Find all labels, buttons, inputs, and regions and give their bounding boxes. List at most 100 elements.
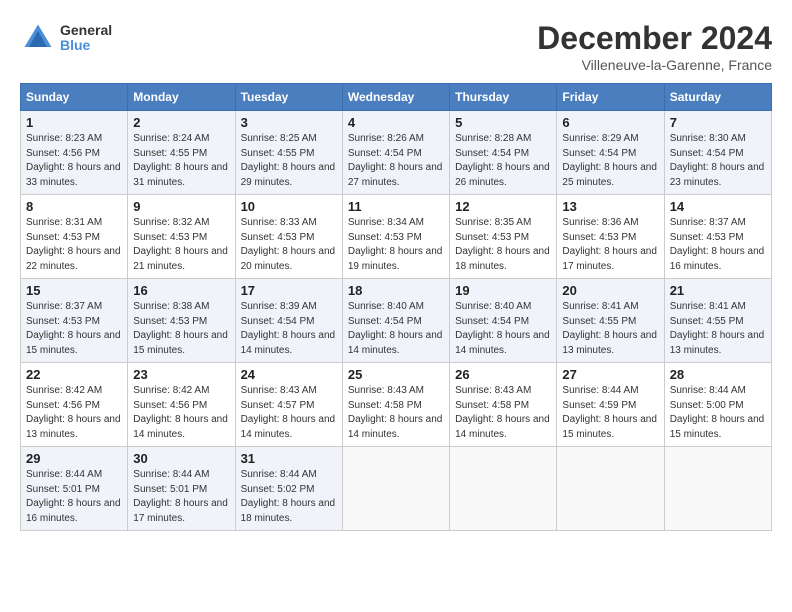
sunset-label: Sunset: 4:54 PM — [348, 316, 422, 327]
calendar-day-23: 23 Sunrise: 8:42 AM Sunset: 4:56 PM Dayl… — [128, 363, 235, 447]
daylight-label: Daylight: 8 hours and 15 minutes. — [670, 414, 765, 440]
sunrise-label: Sunrise: 8:43 AM — [348, 385, 424, 396]
sunset-label: Sunset: 4:54 PM — [562, 148, 636, 159]
day-info: Sunrise: 8:34 AM Sunset: 4:53 PM Dayligh… — [348, 216, 444, 274]
page-header: General Blue December 2024 Villeneuve-la… — [20, 20, 772, 73]
logo-line1: General — [60, 23, 112, 38]
daylight-label: Daylight: 8 hours and 16 minutes. — [670, 246, 765, 272]
day-number: 17 — [241, 283, 337, 298]
day-info: Sunrise: 8:44 AM Sunset: 5:01 PM Dayligh… — [26, 468, 122, 526]
day-number: 18 — [348, 283, 444, 298]
day-number: 31 — [241, 451, 337, 466]
day-info: Sunrise: 8:33 AM Sunset: 4:53 PM Dayligh… — [241, 216, 337, 274]
sunset-label: Sunset: 4:53 PM — [241, 232, 315, 243]
daylight-label: Daylight: 8 hours and 14 minutes. — [455, 414, 550, 440]
sunrise-label: Sunrise: 8:28 AM — [455, 133, 531, 144]
day-number: 3 — [241, 115, 337, 130]
sunrise-label: Sunrise: 8:40 AM — [455, 301, 531, 312]
daylight-label: Daylight: 8 hours and 18 minutes. — [455, 246, 550, 272]
day-info: Sunrise: 8:37 AM Sunset: 4:53 PM Dayligh… — [26, 300, 122, 358]
day-number: 15 — [26, 283, 122, 298]
day-number: 10 — [241, 199, 337, 214]
daylight-label: Daylight: 8 hours and 14 minutes. — [455, 330, 550, 356]
calendar-day-10: 10 Sunrise: 8:33 AM Sunset: 4:53 PM Dayl… — [235, 195, 342, 279]
day-number: 26 — [455, 367, 551, 382]
sunrise-label: Sunrise: 8:35 AM — [455, 217, 531, 228]
day-info: Sunrise: 8:38 AM Sunset: 4:53 PM Dayligh… — [133, 300, 229, 358]
calendar-day-31: 31 Sunrise: 8:44 AM Sunset: 5:02 PM Dayl… — [235, 447, 342, 531]
sunset-label: Sunset: 4:54 PM — [455, 316, 529, 327]
calendar-day-22: 22 Sunrise: 8:42 AM Sunset: 4:56 PM Dayl… — [21, 363, 128, 447]
calendar-day-8: 8 Sunrise: 8:31 AM Sunset: 4:53 PM Dayli… — [21, 195, 128, 279]
calendar-day-28: 28 Sunrise: 8:44 AM Sunset: 5:00 PM Dayl… — [664, 363, 771, 447]
day-info: Sunrise: 8:36 AM Sunset: 4:53 PM Dayligh… — [562, 216, 658, 274]
day-number: 11 — [348, 199, 444, 214]
sunset-label: Sunset: 4:53 PM — [133, 232, 207, 243]
weekday-header-sunday: Sunday — [21, 84, 128, 111]
calendar-table: SundayMondayTuesdayWednesdayThursdayFrid… — [20, 83, 772, 531]
day-info: Sunrise: 8:39 AM Sunset: 4:54 PM Dayligh… — [241, 300, 337, 358]
sunrise-label: Sunrise: 8:30 AM — [670, 133, 746, 144]
day-info: Sunrise: 8:42 AM Sunset: 4:56 PM Dayligh… — [133, 384, 229, 442]
day-info: Sunrise: 8:41 AM Sunset: 4:55 PM Dayligh… — [670, 300, 766, 358]
daylight-label: Daylight: 8 hours and 25 minutes. — [562, 162, 657, 188]
daylight-label: Daylight: 8 hours and 14 minutes. — [348, 414, 443, 440]
sunrise-label: Sunrise: 8:31 AM — [26, 217, 102, 228]
weekday-header-friday: Friday — [557, 84, 664, 111]
calendar-day-27: 27 Sunrise: 8:44 AM Sunset: 4:59 PM Dayl… — [557, 363, 664, 447]
sunset-label: Sunset: 5:01 PM — [26, 484, 100, 495]
weekday-header-wednesday: Wednesday — [342, 84, 449, 111]
day-number: 30 — [133, 451, 229, 466]
empty-cell — [557, 447, 664, 531]
sunrise-label: Sunrise: 8:41 AM — [562, 301, 638, 312]
day-info: Sunrise: 8:43 AM Sunset: 4:58 PM Dayligh… — [348, 384, 444, 442]
sunrise-label: Sunrise: 8:24 AM — [133, 133, 209, 144]
daylight-label: Daylight: 8 hours and 14 minutes. — [133, 414, 228, 440]
sunset-label: Sunset: 4:55 PM — [133, 148, 207, 159]
calendar-day-26: 26 Sunrise: 8:43 AM Sunset: 4:58 PM Dayl… — [450, 363, 557, 447]
day-info: Sunrise: 8:29 AM Sunset: 4:54 PM Dayligh… — [562, 132, 658, 190]
daylight-label: Daylight: 8 hours and 14 minutes. — [348, 330, 443, 356]
weekday-header-saturday: Saturday — [664, 84, 771, 111]
sunset-label: Sunset: 4:58 PM — [455, 400, 529, 411]
calendar-day-18: 18 Sunrise: 8:40 AM Sunset: 4:54 PM Dayl… — [342, 279, 449, 363]
sunrise-label: Sunrise: 8:34 AM — [348, 217, 424, 228]
daylight-label: Daylight: 8 hours and 27 minutes. — [348, 162, 443, 188]
sunrise-label: Sunrise: 8:36 AM — [562, 217, 638, 228]
day-info: Sunrise: 8:28 AM Sunset: 4:54 PM Dayligh… — [455, 132, 551, 190]
calendar-day-19: 19 Sunrise: 8:40 AM Sunset: 4:54 PM Dayl… — [450, 279, 557, 363]
empty-cell — [342, 447, 449, 531]
calendar-day-24: 24 Sunrise: 8:43 AM Sunset: 4:57 PM Dayl… — [235, 363, 342, 447]
sunset-label: Sunset: 4:54 PM — [348, 148, 422, 159]
calendar-day-25: 25 Sunrise: 8:43 AM Sunset: 4:58 PM Dayl… — [342, 363, 449, 447]
day-info: Sunrise: 8:43 AM Sunset: 4:57 PM Dayligh… — [241, 384, 337, 442]
day-info: Sunrise: 8:24 AM Sunset: 4:55 PM Dayligh… — [133, 132, 229, 190]
sunrise-label: Sunrise: 8:23 AM — [26, 133, 102, 144]
sunrise-label: Sunrise: 8:33 AM — [241, 217, 317, 228]
sunrise-label: Sunrise: 8:42 AM — [133, 385, 209, 396]
daylight-label: Daylight: 8 hours and 14 minutes. — [241, 330, 336, 356]
sunset-label: Sunset: 5:01 PM — [133, 484, 207, 495]
sunrise-label: Sunrise: 8:44 AM — [26, 469, 102, 480]
day-number: 7 — [670, 115, 766, 130]
calendar-day-15: 15 Sunrise: 8:37 AM Sunset: 4:53 PM Dayl… — [21, 279, 128, 363]
day-number: 1 — [26, 115, 122, 130]
sunset-label: Sunset: 4:53 PM — [133, 316, 207, 327]
day-number: 8 — [26, 199, 122, 214]
day-number: 25 — [348, 367, 444, 382]
daylight-label: Daylight: 8 hours and 15 minutes. — [562, 414, 657, 440]
logo-text: General Blue — [60, 23, 112, 54]
day-number: 13 — [562, 199, 658, 214]
day-info: Sunrise: 8:40 AM Sunset: 4:54 PM Dayligh… — [348, 300, 444, 358]
day-info: Sunrise: 8:41 AM Sunset: 4:55 PM Dayligh… — [562, 300, 658, 358]
sunset-label: Sunset: 4:53 PM — [26, 232, 100, 243]
sunrise-label: Sunrise: 8:44 AM — [241, 469, 317, 480]
sunrise-label: Sunrise: 8:32 AM — [133, 217, 209, 228]
calendar-day-11: 11 Sunrise: 8:34 AM Sunset: 4:53 PM Dayl… — [342, 195, 449, 279]
calendar-day-13: 13 Sunrise: 8:36 AM Sunset: 4:53 PM Dayl… — [557, 195, 664, 279]
day-info: Sunrise: 8:44 AM Sunset: 5:01 PM Dayligh… — [133, 468, 229, 526]
day-number: 19 — [455, 283, 551, 298]
sunset-label: Sunset: 4:54 PM — [455, 148, 529, 159]
logo-line2: Blue — [60, 38, 112, 53]
sunrise-label: Sunrise: 8:37 AM — [670, 217, 746, 228]
